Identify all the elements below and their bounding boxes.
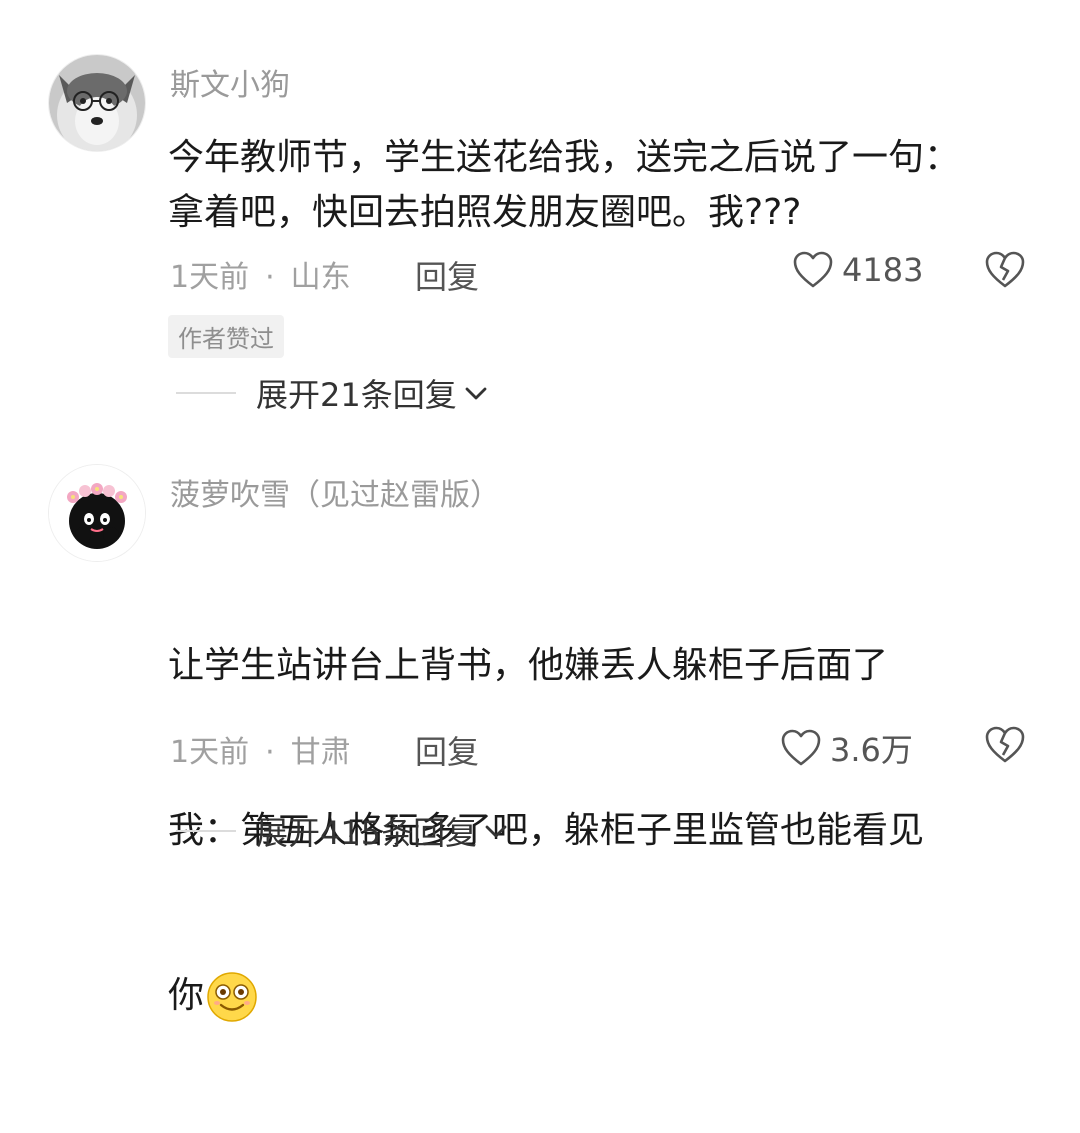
dislike-button[interactable] xyxy=(983,725,1027,769)
comment-text-line-last: 你 xyxy=(168,968,1048,1023)
expand-replies-button[interactable]: 展开21条回复 xyxy=(176,370,489,416)
comment-list: 斯文小狗 今年教师节，学生送花给我，送完之后说了一句： 拿着吧，快回去拍照发朋友… xyxy=(0,0,1080,1022)
comment-text-fragment: 你 xyxy=(168,975,205,1016)
divider-line xyxy=(176,830,236,832)
like-count: 4183 xyxy=(842,251,924,289)
heart-icon xyxy=(781,729,821,766)
like-count: 3.6万 xyxy=(830,731,913,769)
like-button[interactable]: 3.6万 xyxy=(780,725,913,771)
expand-replies-button[interactable]: 展开415条回复 xyxy=(176,808,509,854)
black-cat-with-flowers-avatar[interactable] xyxy=(48,464,146,562)
comment-text-line: 让学生站讲台上背书，他嫌丢人躲柜子后面了 xyxy=(168,645,889,686)
heart-icon xyxy=(793,251,833,288)
expand-replies-label: 展开415条回复 xyxy=(256,814,478,852)
broken-heart-icon xyxy=(985,726,1025,763)
expand-replies-label: 展开21条回复 xyxy=(256,376,457,414)
comment-location: 甘肃 xyxy=(290,735,351,770)
smiling-face-emoji xyxy=(207,972,257,1022)
chevron-down-icon xyxy=(485,825,507,838)
chevron-down-icon xyxy=(465,387,487,400)
comment-text: 今年教师节，学生送花给我，送完之后说了一句： 拿着吧，快回去拍照发朋友圈吧。我?… xyxy=(168,137,961,233)
comment-meta: 1天前 · 山东 xyxy=(170,252,351,296)
divider-line xyxy=(176,392,236,394)
separator-dot: · xyxy=(265,260,275,295)
separator-dot: · xyxy=(265,735,275,770)
comment-time: 1天前 xyxy=(170,260,250,295)
comment-location: 山东 xyxy=(290,260,351,295)
comment-meta: 1天前 · 甘肃 xyxy=(170,727,351,771)
username[interactable]: 菠萝吹雪（见过赵雷版） xyxy=(170,470,500,514)
dislike-button[interactable] xyxy=(983,250,1027,294)
author-liked-badge: 作者赞过 xyxy=(168,315,284,358)
reply-button[interactable]: 回复 xyxy=(415,252,479,298)
comment-time: 1天前 xyxy=(170,735,250,770)
broken-heart-icon xyxy=(985,251,1025,288)
reply-button[interactable]: 回复 xyxy=(415,727,479,773)
like-button[interactable]: 4183 xyxy=(792,250,923,290)
husky-dog-avatar[interactable] xyxy=(48,54,146,152)
username[interactable]: 斯文小狗 xyxy=(170,60,290,104)
